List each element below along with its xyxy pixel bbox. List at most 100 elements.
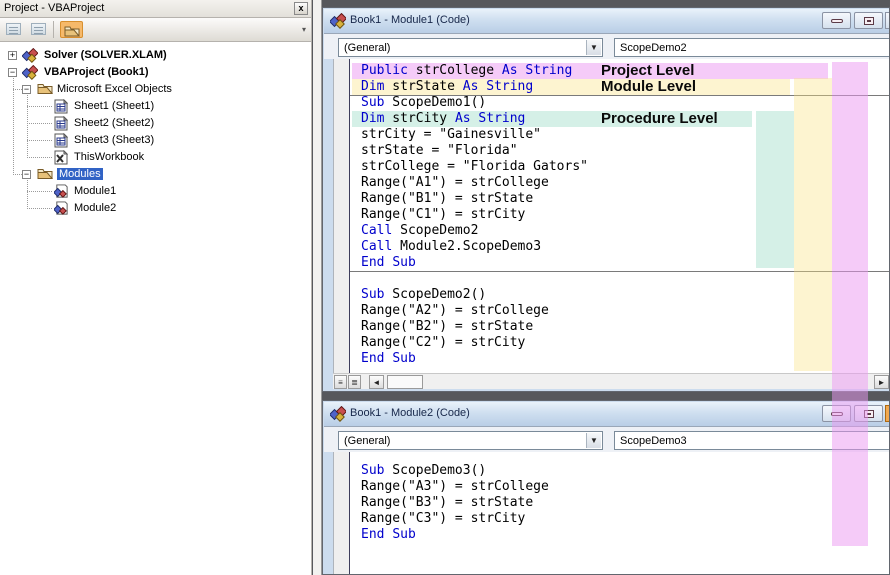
tree-item-vbaproject-book1[interactable]: − VBAProject (Book1): [0, 64, 311, 81]
restore-button[interactable]: [854, 12, 883, 29]
tree-item-label: Module1: [74, 185, 117, 197]
tree-item-sheet2-sheet2[interactable]: Sheet2 (Sheet2): [0, 115, 311, 132]
tree-item-sheet1-sheet1[interactable]: Sheet1 (Sheet1): [0, 98, 311, 115]
margin-indicator-bar[interactable]: [333, 59, 350, 373]
tree-connector: [13, 78, 14, 173]
procedure-separator: [350, 271, 889, 272]
minimize-button[interactable]: [822, 405, 851, 422]
code-line: Dim strState As String Module Level: [350, 79, 889, 95]
code-line: Range("C2") = strCity: [361, 335, 526, 350]
tree-item-thisworkbook[interactable]: ThisWorkbook: [0, 149, 311, 166]
folder-icon: [37, 167, 54, 181]
tree-connector: [27, 180, 28, 209]
tree-item-label: Microsoft Excel Objects: [57, 83, 172, 95]
close-button[interactable]: [885, 12, 889, 29]
tree-item-modules[interactable]: − Modules: [0, 166, 311, 183]
worksheet-icon: [54, 132, 70, 148]
toolbar-separator: [53, 21, 54, 38]
module1-code-editor[interactable]: Public strCollege As String Project Level…: [350, 59, 889, 373]
toolbar-overflow-chevron-icon[interactable]: ▾: [299, 24, 309, 36]
tree-item-solver-solver-xlam[interactable]: + Solver (SOLVER.XLAM): [0, 47, 311, 64]
code-line: Sub ScopeDemo2(): [361, 287, 487, 302]
project-explorer-titlebar[interactable]: Project - VBAProject x: [0, 0, 311, 18]
tree-item-label: VBAProject (Book1): [44, 66, 149, 78]
module2-window-title: Book1 - Module2 (Code): [350, 407, 470, 419]
tree-connector: [27, 157, 52, 158]
view-object-icon: [31, 23, 46, 35]
code-line: strCity = "Gainesville": [361, 127, 542, 142]
code-line: strCollege = "Florida Gators": [361, 159, 588, 174]
collapse-icon[interactable]: −: [8, 68, 17, 77]
code-line: Sub ScopeDemo3(): [361, 463, 487, 478]
tree-connector: [27, 95, 28, 158]
view-code-button[interactable]: [4, 21, 24, 38]
panel-splitter[interactable]: [313, 0, 322, 575]
workbook-icon: [54, 149, 70, 165]
restore-icon: [864, 17, 874, 25]
tree-item-label: Sheet2 (Sheet2): [74, 117, 155, 129]
module1-combo-row: (General) ▼ ScopeDemo2: [324, 33, 889, 59]
module1-titlebar[interactable]: Book1 - Module1 (Code): [324, 9, 889, 33]
project-explorer-panel: Project - VBAProject x ▾ + Solver (SOLVER…: [0, 0, 312, 575]
procedure-dropdown-value: ScopeDemo2: [620, 42, 687, 54]
module1-code-pane: Public strCollege As String Project Level…: [333, 59, 889, 373]
scroll-left-icon[interactable]: ◄: [369, 375, 384, 389]
view-object-button[interactable]: [29, 21, 49, 38]
close-button[interactable]: [885, 405, 889, 422]
worksheet-icon: [54, 115, 70, 131]
module2-code-editor[interactable]: Sub ScopeDemo3() Range("A3") = strCollege…: [350, 452, 889, 574]
minimize-icon: [831, 412, 843, 416]
minimize-button[interactable]: [822, 12, 851, 29]
code-line: Range("B1") = strState: [361, 191, 534, 206]
object-dropdown[interactable]: (General) ▼: [338, 38, 603, 57]
collapse-icon[interactable]: −: [22, 85, 31, 94]
chevron-down-icon[interactable]: ▼: [586, 40, 601, 55]
tree-connector: [13, 89, 22, 90]
tree-connector: [27, 106, 52, 107]
toggle-folders-button[interactable]: [60, 21, 83, 38]
scrollbar-thumb[interactable]: [387, 375, 423, 389]
object-dropdown[interactable]: (General) ▼: [338, 431, 603, 450]
minimize-icon: [831, 19, 843, 23]
horizontal-scrollbar[interactable]: ≡ ≣ ◄ ►: [333, 373, 889, 389]
restore-icon: [864, 410, 874, 418]
procedure-dropdown-value: ScopeDemo3: [620, 435, 687, 447]
expand-icon[interactable]: +: [8, 51, 17, 60]
module2-code-window: Book1 - Module2 (Code) (General) ▼ Scope…: [322, 400, 890, 575]
scope-annotation-label: Module Level: [601, 78, 697, 95]
module2-titlebar[interactable]: Book1 - Module2 (Code): [324, 402, 889, 426]
module-icon: [53, 184, 70, 198]
vba-project-icon: [21, 64, 39, 80]
tree-item-module2[interactable]: Module2: [0, 200, 311, 217]
collapse-icon[interactable]: −: [22, 170, 31, 179]
tree-connector: [27, 208, 52, 209]
code-line: Range("A3") = strCollege: [361, 479, 549, 494]
project-tree: + Solver (SOLVER.XLAM) − VBAProject (Book1)…: [0, 42, 311, 575]
code-line: End Sub: [361, 527, 416, 542]
tree-item-module1[interactable]: Module1: [0, 183, 311, 200]
chevron-down-icon[interactable]: ▼: [586, 433, 601, 448]
code-line: Call Module2.ScopeDemo3: [361, 239, 542, 254]
restore-button[interactable]: [854, 405, 883, 422]
code-line: Range("B3") = strState: [361, 495, 534, 510]
code-line: Range("C3") = strCity: [361, 511, 526, 526]
code-line: Range("C1") = strCity: [361, 207, 526, 222]
margin-indicator-bar[interactable]: [333, 452, 350, 574]
scroll-right-icon[interactable]: ►: [874, 375, 889, 389]
code-line: strState = "Florida": [361, 143, 518, 158]
procedure-dropdown[interactable]: ScopeDemo3: [614, 431, 889, 450]
module-icon: [330, 406, 346, 422]
tree-item-sheet3-sheet3[interactable]: Sheet3 (Sheet3): [0, 132, 311, 149]
full-module-view-button[interactable]: ≣: [348, 375, 361, 389]
tree-item-label: Sheet3 (Sheet3): [74, 134, 155, 146]
procedure-view-button[interactable]: ≡: [334, 375, 347, 389]
module1-window-title: Book1 - Module1 (Code): [350, 14, 470, 26]
close-icon[interactable]: x: [294, 2, 308, 15]
worksheet-icon: [54, 98, 70, 114]
scope-annotation-label: Procedure Level: [601, 110, 718, 127]
module1-code-window: Book1 - Module1 (Code) (General) ▼ Scope…: [322, 7, 890, 392]
tree-item-microsoft-excel-objects[interactable]: − Microsoft Excel Objects: [0, 81, 311, 98]
project-explorer-title: Project - VBAProject: [4, 2, 105, 14]
procedure-dropdown[interactable]: ScopeDemo2: [614, 38, 889, 57]
